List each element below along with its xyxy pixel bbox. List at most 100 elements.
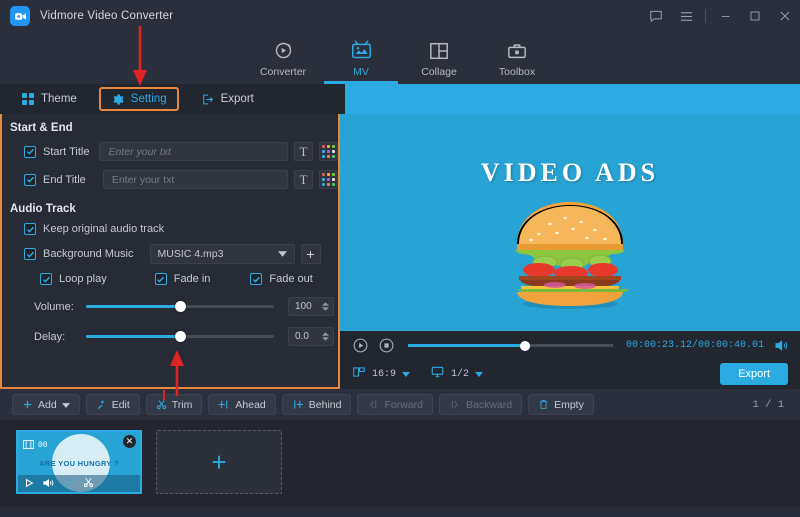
trim-button[interactable]: Trim (146, 394, 203, 415)
tab-setting[interactable]: Setting (99, 87, 179, 111)
nav-item-converter[interactable]: Converter (244, 32, 322, 84)
nav-item-collage[interactable]: Collage (400, 32, 478, 84)
minimize-icon[interactable] (710, 0, 740, 32)
preview-panel: VIDEO ADS (340, 114, 800, 389)
screen-split-value: 1/2 (451, 369, 469, 380)
preview-controls: 00:00:23.12/00:00:40.01 16:9 (340, 331, 800, 389)
fade-in-label: Fade in (174, 273, 211, 285)
background-music-label: Background Music (43, 248, 134, 260)
nav-label-toolbox: Toolbox (499, 66, 535, 78)
clip-action-bar (18, 475, 140, 492)
behind-button[interactable]: Behind (282, 394, 352, 415)
delay-label: Delay: (34, 331, 86, 343)
screen-split-chevron-down-icon[interactable] (475, 372, 483, 377)
maximize-icon[interactable] (740, 0, 770, 32)
clip-volume-icon[interactable] (43, 475, 54, 493)
insert-ahead-icon (218, 399, 230, 410)
background-music-select[interactable]: MUSIC 4.mp3 (150, 244, 295, 264)
start-title-checkbox[interactable] (24, 146, 36, 158)
font-glyph: T (300, 145, 308, 158)
volume-value: 100 (295, 301, 312, 312)
row-background-music: Background Music MUSIC 4.mp3 + (2, 244, 338, 264)
loop-play-checkbox[interactable] (40, 273, 52, 285)
play-icon[interactable] (352, 337, 369, 354)
nav-item-toolbox[interactable]: Toolbox (478, 32, 556, 84)
background-music-checkbox[interactable] (24, 248, 36, 260)
trash-icon (538, 399, 549, 410)
clip-close-icon[interactable]: ✕ (123, 435, 136, 448)
fade-out-checkbox[interactable] (250, 273, 262, 285)
backward-label: Backward (466, 399, 512, 411)
edit-label: Edit (112, 399, 130, 411)
storyboard-clip[interactable]: 00 ARE YOU HUNGRY ? ✕ (16, 430, 142, 494)
add-chevron-down-icon[interactable] (62, 399, 70, 411)
backward-button[interactable]: Backward (439, 394, 522, 415)
end-title-input[interactable]: Enter your txt (103, 170, 288, 189)
stepper-arrows-icon (322, 332, 329, 341)
stop-icon[interactable] (378, 337, 395, 354)
aspect-ratio-icon[interactable] (352, 365, 366, 384)
preview-options-row: 16:9 1/2 Export (352, 363, 788, 385)
converter-icon (273, 39, 294, 63)
export-icon (201, 93, 214, 106)
playback-row: 00:00:23.12/00:00:40.01 (352, 337, 788, 354)
window-controls-divider (705, 9, 706, 23)
end-title-label: End Title (43, 174, 86, 186)
title-bar: Vidmore Video Converter (0, 0, 800, 32)
delay-stepper[interactable]: 0.0 (288, 327, 334, 346)
clip-play-icon[interactable] (24, 475, 34, 493)
plus-icon (22, 399, 33, 410)
palette-icon (322, 145, 335, 158)
volume-slider-handle[interactable] (175, 301, 186, 312)
delay-slider-handle[interactable] (175, 331, 186, 342)
window-controls (641, 0, 800, 32)
tab-export[interactable]: Export (191, 87, 264, 111)
content-area: Start & End Start Title Enter your txt T (0, 114, 800, 389)
preview-timecode: 00:00:23.12/00:00:40.01 (626, 340, 764, 351)
nav-item-mv[interactable]: MV (322, 32, 400, 84)
move-forward-icon (367, 399, 379, 410)
section-title-start-end: Start & End (2, 122, 338, 134)
preview-progress-slider[interactable] (408, 344, 613, 347)
end-title-palette-button[interactable] (319, 170, 338, 189)
monitor-icon[interactable] (430, 365, 445, 384)
clip-scissors-icon[interactable] (83, 475, 94, 493)
end-title-font-button[interactable]: T (294, 170, 313, 189)
start-title-palette-button[interactable] (319, 142, 338, 161)
preview-progress-handle[interactable] (520, 341, 530, 351)
feedback-icon[interactable] (641, 0, 671, 32)
video-preview[interactable]: VIDEO ADS (340, 114, 800, 331)
add-clip-button[interactable]: + (156, 430, 282, 494)
forward-button[interactable]: Forward (357, 394, 433, 415)
row-audio-options: Loop play Fade in Fade out (2, 273, 338, 285)
start-title-input[interactable]: Enter your txt (99, 142, 288, 161)
nav-label-converter: Converter (260, 66, 306, 78)
add-button[interactable]: Add (12, 394, 80, 415)
volume-slider[interactable] (86, 305, 274, 308)
tab-theme[interactable]: Theme (12, 87, 87, 111)
start-title-font-button[interactable]: T (294, 142, 313, 161)
close-icon[interactable] (770, 0, 800, 32)
add-music-button[interactable]: + (301, 244, 321, 264)
nav-label-collage: Collage (421, 66, 457, 78)
row-volume: Volume: 100 (2, 297, 338, 316)
fade-in-checkbox[interactable] (155, 273, 167, 285)
ahead-button[interactable]: Ahead (208, 394, 275, 415)
aspect-ratio-chevron-down-icon[interactable] (402, 372, 410, 377)
export-button[interactable]: Export (720, 363, 788, 385)
volume-stepper[interactable]: 100 (288, 297, 334, 316)
storyboard: 00 ARE YOU HUNGRY ? ✕ (0, 420, 800, 507)
chevron-down-icon (278, 248, 287, 260)
volume-icon[interactable] (773, 338, 788, 353)
trim-label: Trim (172, 399, 193, 411)
keep-original-checkbox[interactable] (24, 223, 36, 235)
keep-original-label: Keep original audio track (43, 223, 164, 235)
delay-value: 0.0 (295, 331, 309, 342)
clip-magic-wand-icon[interactable] (63, 475, 74, 493)
tab-label-setting: Setting (131, 93, 167, 105)
end-title-checkbox[interactable] (24, 174, 36, 186)
edit-button[interactable]: Edit (86, 394, 140, 415)
delay-slider[interactable] (86, 335, 274, 338)
empty-button[interactable]: Empty (528, 394, 594, 415)
menu-icon[interactable] (671, 0, 701, 32)
